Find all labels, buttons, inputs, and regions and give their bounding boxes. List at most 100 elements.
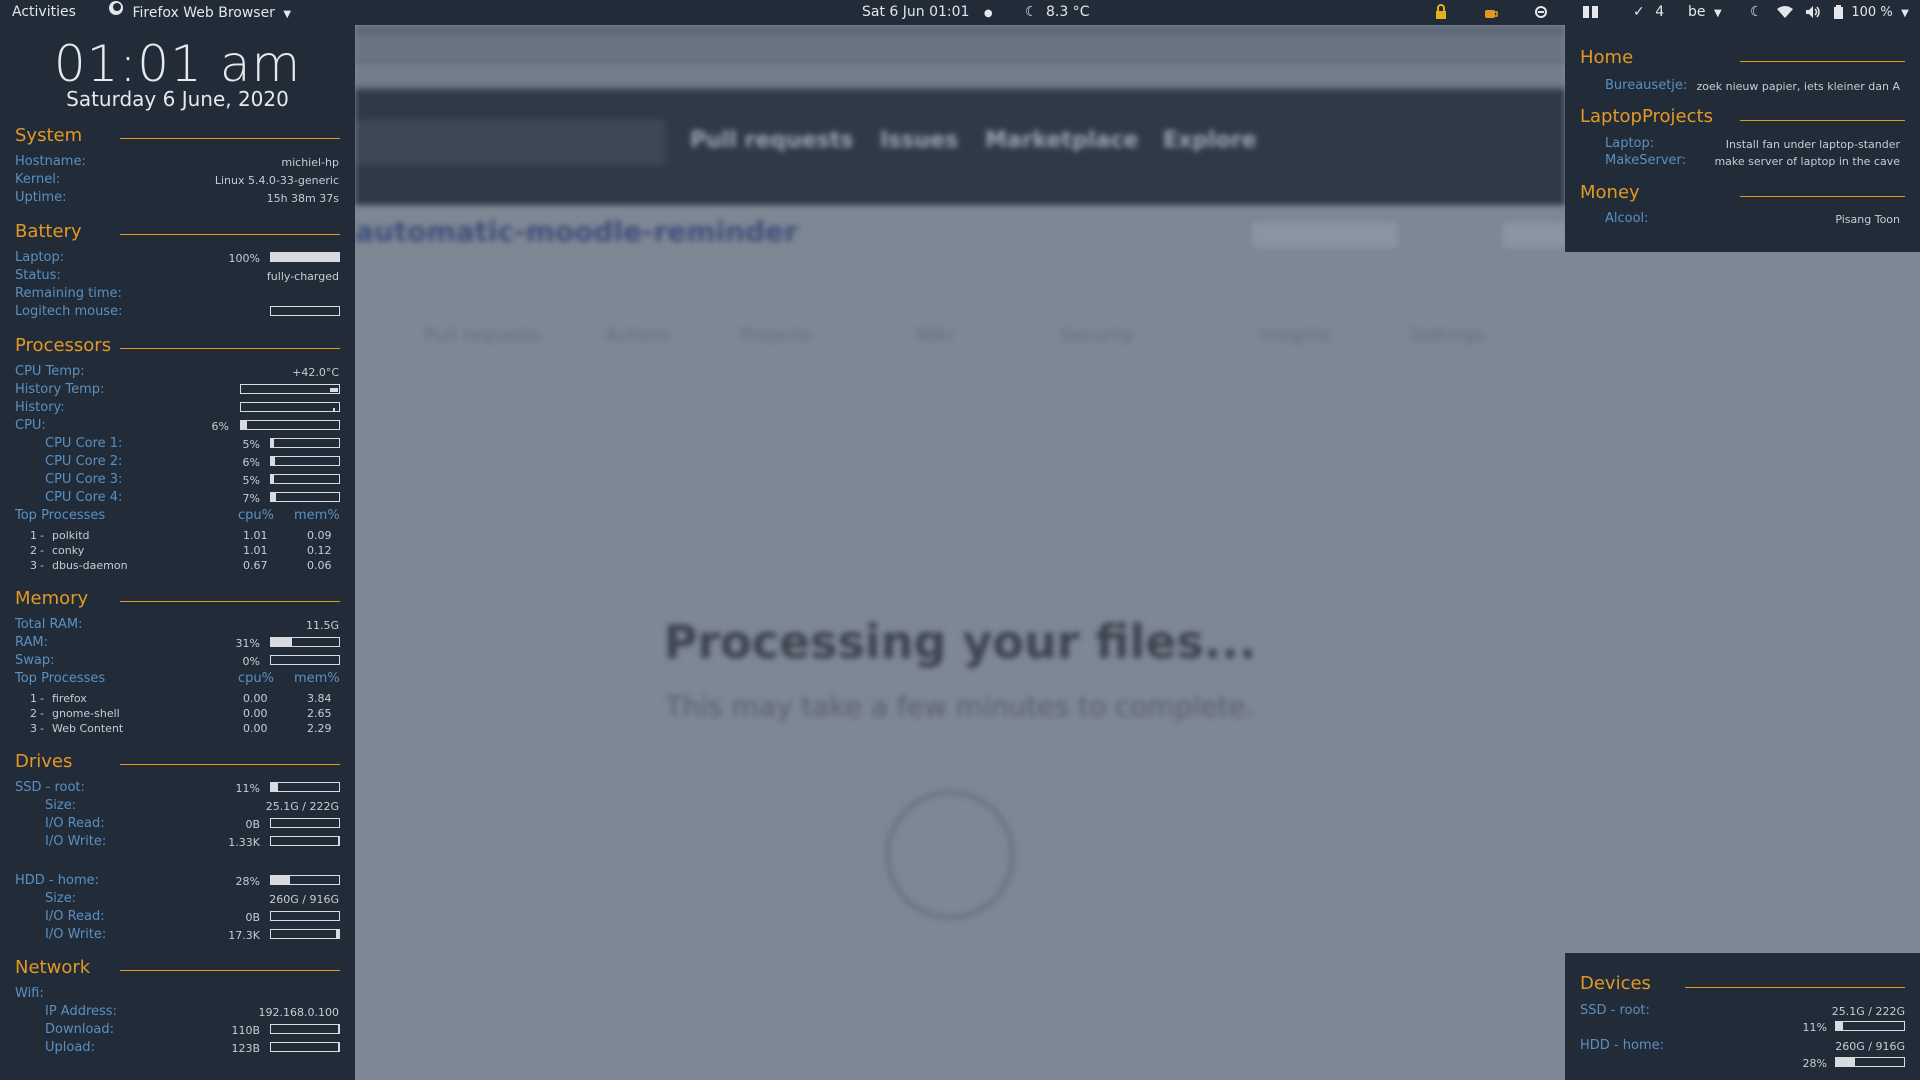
ssd-size-value: 25.1G / 222G	[1831, 1005, 1905, 1018]
section-title-devices: Devices	[1580, 973, 1651, 994]
hdd-size-value: 260G / 916G	[269, 893, 339, 906]
chevron-down-icon: ▼	[1901, 8, 1909, 19]
cpu-core-bar	[270, 438, 340, 448]
hdd-usage-bar	[270, 875, 340, 885]
cpu-core-bar	[270, 492, 340, 502]
upload-value: 123B	[231, 1042, 260, 1055]
process-name: polkitd	[52, 529, 90, 542]
process-name: dbus-daemon	[52, 559, 128, 572]
cpu-core-bar	[270, 474, 340, 484]
kernel-value: Linux 5.4.0-33-generic	[214, 174, 339, 187]
clock-menu[interactable]: Sat 6 Jun 01:01 ●	[862, 0, 993, 25]
process-cpu: 0.00	[243, 707, 268, 720]
section-title-money: Money	[1580, 182, 1640, 203]
upload-bar	[270, 1042, 340, 1052]
cpu-core-pct: 5%	[242, 438, 260, 451]
process-mem: 0.09	[307, 529, 332, 542]
star-button	[1500, 220, 1565, 250]
browser-toolbar	[355, 25, 1565, 90]
ssd-size-value: 25.1G / 222G	[265, 800, 339, 813]
hostname-label: Hostname:	[15, 154, 86, 169]
weather-indicator[interactable]: ☾ 8.3 °C	[1025, 0, 1090, 25]
ram-bar	[270, 637, 340, 647]
upload-label: Upload:	[45, 1040, 95, 1055]
swap-bar	[270, 655, 340, 665]
cpu-bar	[240, 420, 340, 430]
ssd-pct: 11%	[235, 782, 260, 795]
process-rank: 1	[30, 529, 37, 542]
app-menu[interactable]: Firefox Web Browser ▼	[108, 0, 291, 25]
section-title-home: Home	[1580, 47, 1634, 68]
history-label: History:	[15, 400, 65, 415]
process-mem: 2.29	[307, 722, 332, 735]
swap-pct: 0%	[242, 655, 260, 668]
mouse-battery-label: Logitech mouse:	[15, 304, 123, 319]
datetime: Sat 6 Jun 01:01	[862, 4, 970, 20]
download-value: 110B	[231, 1024, 260, 1037]
chevron-down-icon: ▼	[283, 8, 292, 20]
battery-status-value: fully-charged	[266, 270, 339, 283]
process-separator: -	[40, 529, 44, 542]
battery-laptop-label: Laptop:	[15, 250, 65, 265]
hdd-write-label: I/O Write:	[45, 927, 107, 942]
cpu-core-pct: 6%	[242, 456, 260, 469]
moon-cloud-icon: ☾	[1025, 4, 1038, 20]
weather-temperature: 8.3 °C	[1046, 4, 1090, 20]
swap-label: Swap:	[15, 653, 55, 668]
todo-count: 4	[1655, 4, 1665, 20]
download-label: Download:	[45, 1022, 114, 1037]
coffee-icon[interactable]	[1483, 0, 1499, 25]
ssd-read-label: I/O Read:	[45, 816, 105, 831]
uptime-label: Uptime:	[15, 190, 67, 205]
processing-subtitle: This may take a few minutes to complete.	[665, 690, 1255, 723]
ssd-usage-bar	[270, 782, 340, 792]
lock-icon[interactable]	[1434, 0, 1448, 25]
hdd-size-label: Size:	[45, 891, 77, 906]
activities-button[interactable]: Activities	[12, 0, 76, 25]
chevron-down-icon: ▼	[1713, 8, 1722, 19]
conky-left-panel: 01:01 am Saturday 6 June, 2020 System Ho…	[0, 25, 355, 1080]
section-divider	[120, 970, 340, 971]
repo-tab: Insights	[1260, 325, 1331, 346]
hdd-write-value: 17.3K	[228, 929, 260, 942]
book-icon[interactable]	[1582, 0, 1599, 25]
section-title-memory: Memory	[15, 588, 89, 609]
hdd-label: HDD - home:	[1580, 1038, 1664, 1053]
process-separator: -	[40, 692, 44, 705]
system-menu[interactable]: ☾ 100 % ▼	[1750, 0, 1909, 25]
process-rank: 2	[30, 544, 37, 557]
search-icon[interactable]	[1534, 0, 1549, 25]
nav-item: Pull requests	[690, 128, 854, 153]
top-processes-label: Top Processes	[15, 508, 106, 523]
ssd-size-label: Size:	[45, 798, 77, 813]
loading-spinner-icon	[885, 790, 1015, 920]
keyboard-layout-menu[interactable]: be ▼	[1688, 0, 1722, 25]
total-ram-label: Total RAM:	[15, 617, 83, 632]
makeserver-value: make server of laptop in the cave	[1714, 155, 1900, 168]
battery-icon	[1833, 4, 1847, 20]
laptop-label: Laptop:	[1605, 136, 1655, 151]
cpu-history-graph	[240, 402, 340, 412]
todo-indicator[interactable]: ✓ 4	[1633, 0, 1664, 25]
firefox-window-background: Pull requests Issues Marketplace Explore…	[355, 25, 1565, 1080]
battery-percentage: 100 %	[1851, 5, 1893, 20]
site-search	[355, 120, 665, 165]
ssd-usage-bar	[1835, 1021, 1905, 1031]
cpu-core-pct: 7%	[242, 492, 260, 505]
top-bar: Activities Firefox Web Browser ▼ Sat 6 J…	[0, 0, 1920, 25]
process-mem: 3.84	[307, 692, 332, 705]
section-divider	[120, 234, 340, 235]
cpu-temp-label: CPU Temp:	[15, 364, 85, 379]
process-name: Web Content	[52, 722, 124, 735]
ssd-read-bar	[270, 818, 340, 828]
section-divider	[120, 138, 340, 139]
process-rank: 1	[30, 692, 37, 705]
section-title-drives: Drives	[15, 751, 73, 772]
ssd-read-value: 0B	[245, 818, 260, 831]
hdd-read-bar	[270, 911, 340, 921]
repo-tab: Wiki	[915, 325, 953, 346]
process-name: conky	[52, 544, 85, 557]
ssd-pct: 11%	[1802, 1021, 1827, 1034]
hdd-read-value: 0B	[245, 911, 260, 924]
process-separator: -	[40, 707, 44, 720]
